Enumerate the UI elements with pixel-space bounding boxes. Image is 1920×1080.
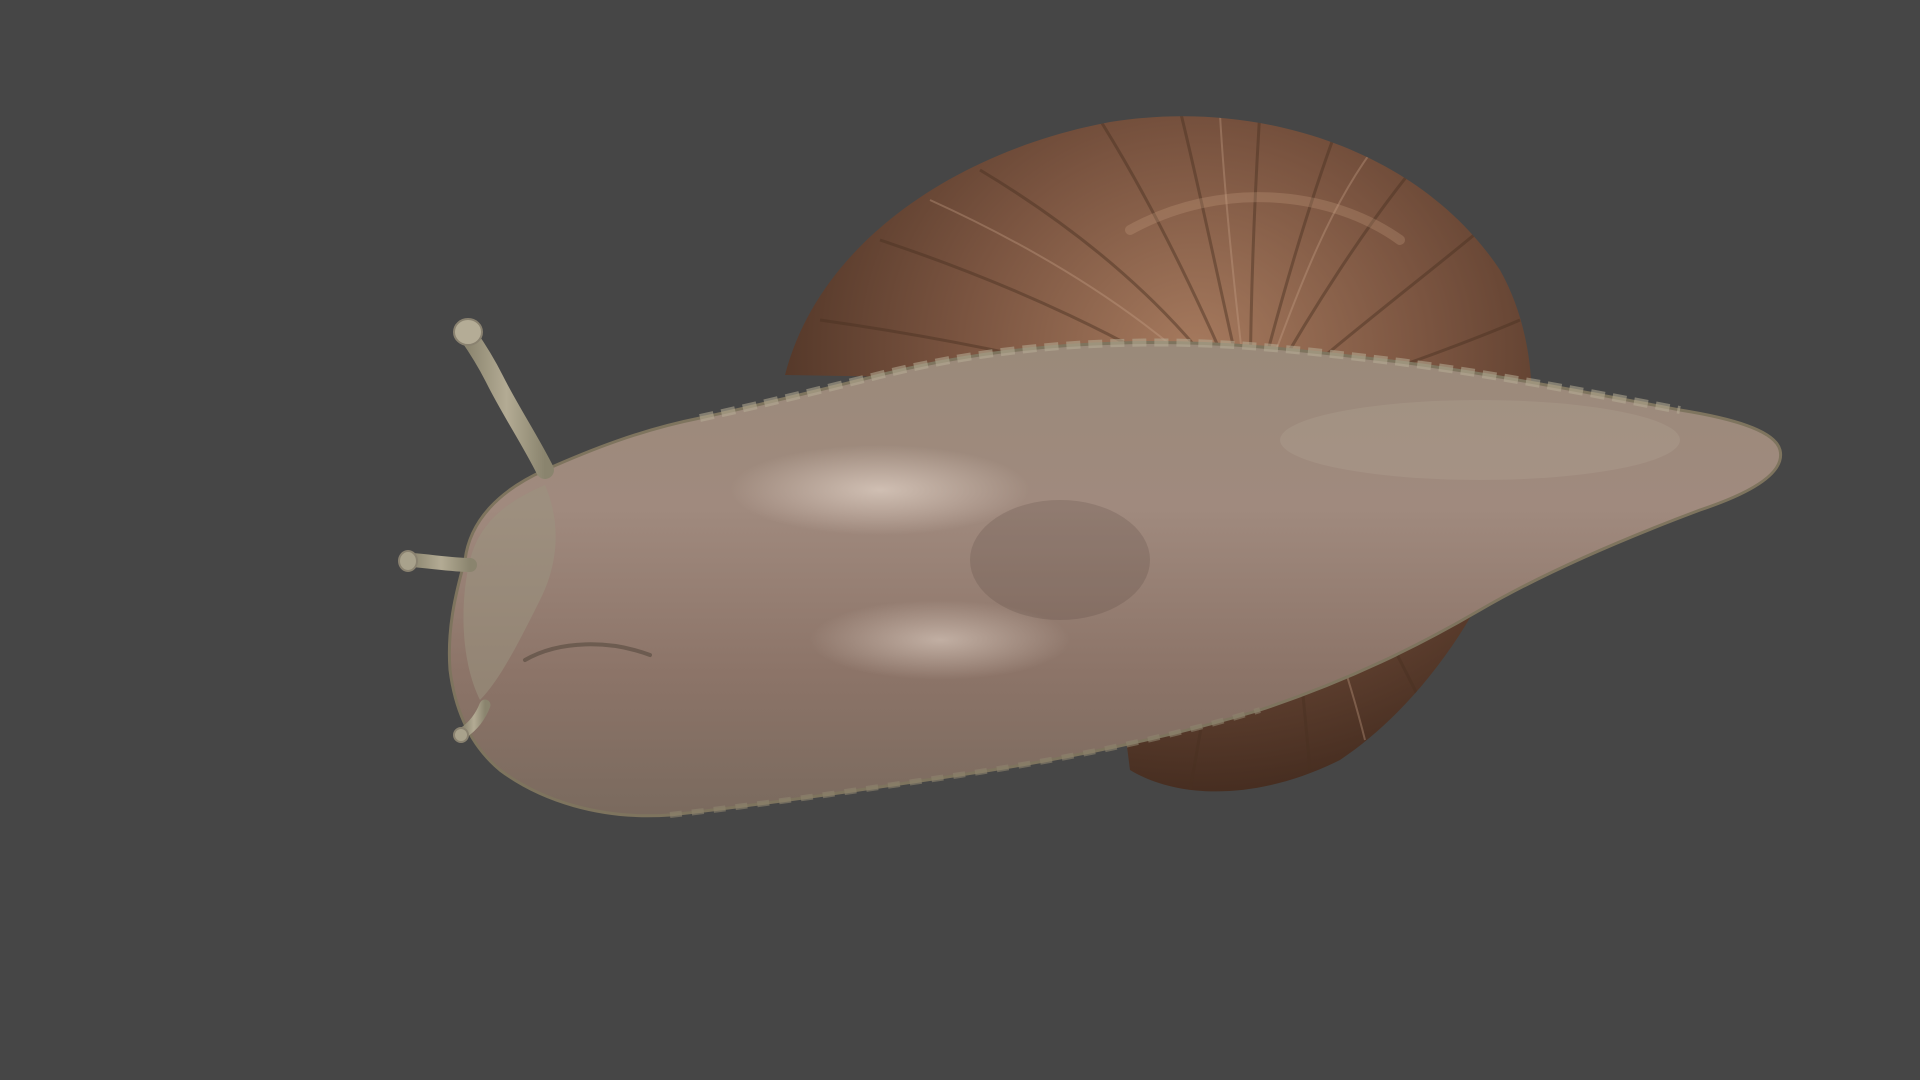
snail-body [447,338,1783,818]
render-viewport [0,0,1920,1080]
snail-illustration [398,116,1783,818]
